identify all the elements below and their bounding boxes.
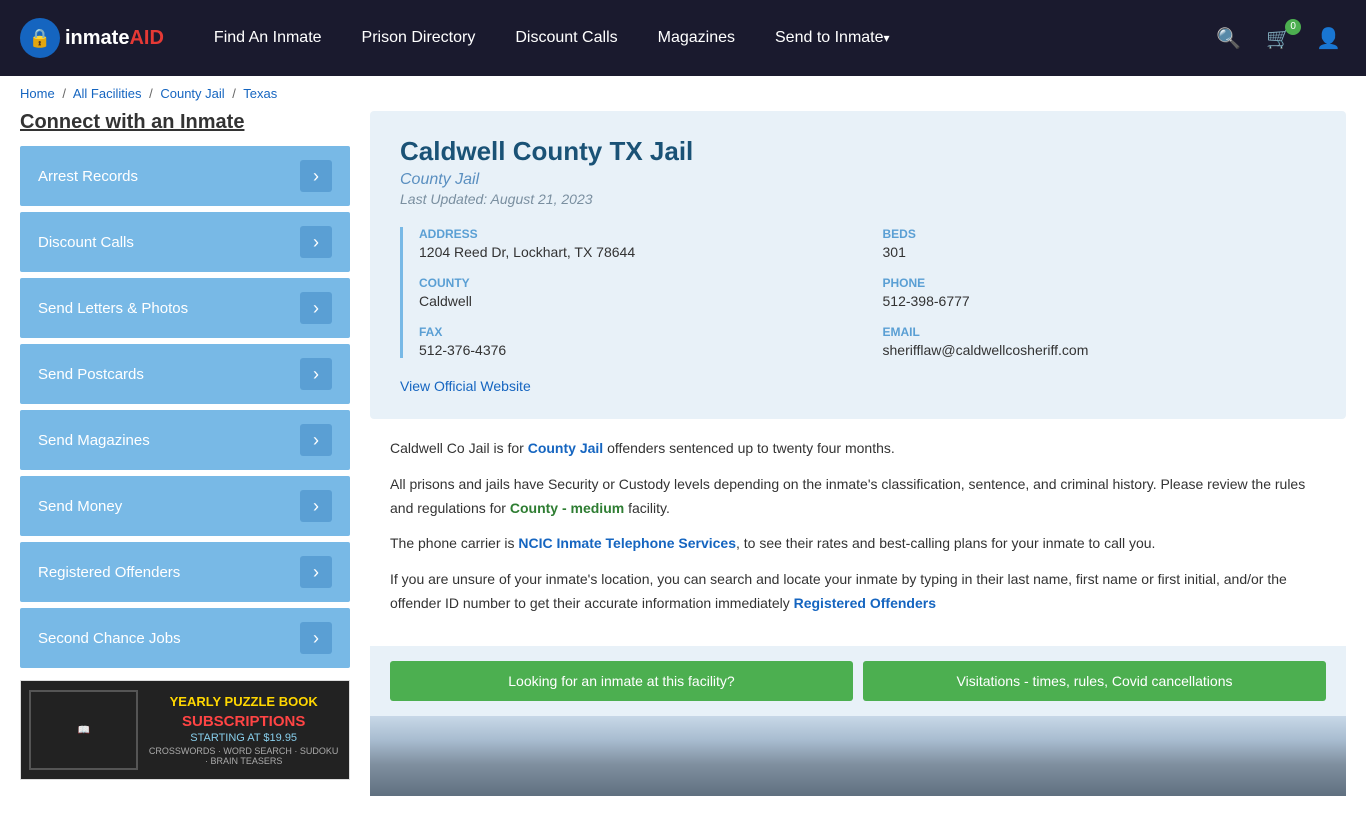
desc1-text: Caldwell Co Jail is for: [390, 440, 528, 456]
beds-value: 301: [883, 244, 1317, 260]
fax-block: FAX 512-376-4376: [419, 325, 853, 358]
email-label: EMAIL: [883, 325, 1317, 339]
search-icon[interactable]: 🔍: [1211, 21, 1246, 56]
desc1-rest: offenders sentenced up to twenty four mo…: [603, 440, 895, 456]
breadcrumb-county-jail[interactable]: County Jail: [160, 86, 224, 101]
phone-block: PHONE 512-398-6777: [883, 276, 1317, 309]
header-actions: 🔍 🛒 0 👤: [1211, 21, 1346, 56]
arrow-icon-6: ›: [300, 556, 332, 588]
beds-label: BEDS: [883, 227, 1317, 241]
registered-offenders-link[interactable]: Registered Offenders: [794, 595, 936, 611]
county-label: COUNTY: [419, 276, 853, 290]
email-value: sherifflaw@caldwellcosheriff.com: [883, 342, 1317, 358]
advertisement[interactable]: 📖 YEARLY PUZZLE BOOK SUBSCRIPTIONS START…: [20, 680, 350, 780]
sidebar-item-send-magazines[interactable]: Send Magazines ›: [20, 410, 350, 470]
header: 🔒 inmateAID Find An Inmate Prison Direct…: [0, 0, 1366, 76]
sidebar-label-send-postcards: Send Postcards: [38, 366, 144, 383]
county-value: Caldwell: [419, 293, 853, 309]
fax-label: FAX: [419, 325, 853, 339]
sidebar-item-send-letters[interactable]: Send Letters & Photos ›: [20, 278, 350, 338]
visitations-button[interactable]: Visitations - times, rules, Covid cancel…: [863, 661, 1326, 701]
sidebar-item-discount-calls[interactable]: Discount Calls ›: [20, 212, 350, 272]
official-website-link[interactable]: View Official Website: [400, 378, 531, 394]
sidebar: Connect with an Inmate Arrest Records › …: [20, 111, 350, 796]
main-nav: Find An Inmate Prison Directory Discount…: [194, 0, 1211, 76]
user-icon[interactable]: 👤: [1311, 21, 1346, 56]
fax-value: 512-376-4376: [419, 342, 853, 358]
ncic-link[interactable]: NCIC Inmate Telephone Services: [518, 535, 736, 551]
sidebar-label-send-letters: Send Letters & Photos: [38, 300, 188, 317]
cart-icon[interactable]: 🛒 0: [1261, 21, 1296, 56]
breadcrumb-home[interactable]: Home: [20, 86, 55, 101]
ad-types: CROSSWORDS · WORD SEARCH · SUDOKU · BRAI…: [146, 746, 341, 766]
phone-label: PHONE: [883, 276, 1317, 290]
facility-title: Caldwell County TX Jail: [400, 136, 1316, 167]
facility-info-grid: ADDRESS 1204 Reed Dr, Lockhart, TX 78644…: [400, 227, 1316, 358]
county-block: COUNTY Caldwell: [419, 276, 853, 309]
logo-text: inmateAID: [65, 27, 164, 50]
sidebar-label-second-chance-jobs: Second Chance Jobs: [38, 630, 181, 647]
ad-content: 📖 YEARLY PUZZLE BOOK SUBSCRIPTIONS START…: [21, 681, 349, 779]
desc-para-2: All prisons and jails have Security or C…: [390, 473, 1326, 521]
logo-icon: 🔒: [20, 18, 60, 58]
address-label: ADDRESS: [419, 227, 853, 241]
nav-prison-directory[interactable]: Prison Directory: [342, 0, 496, 76]
sidebar-item-send-money[interactable]: Send Money ›: [20, 476, 350, 536]
nav-discount-calls[interactable]: Discount Calls: [495, 0, 637, 76]
arrow-icon-4: ›: [300, 424, 332, 456]
desc3-text: The phone carrier is: [390, 535, 518, 551]
county-jail-link-1[interactable]: County Jail: [528, 440, 603, 456]
address-value: 1204 Reed Dr, Lockhart, TX 78644: [419, 244, 853, 260]
nav-magazines[interactable]: Magazines: [638, 0, 755, 76]
sidebar-label-send-magazines: Send Magazines: [38, 432, 150, 449]
ad-title: YEARLY PUZZLE BOOK: [146, 694, 341, 711]
nav-find-inmate[interactable]: Find An Inmate: [194, 0, 342, 76]
find-inmate-button[interactable]: Looking for an inmate at this facility?: [390, 661, 853, 701]
arrow-icon-7: ›: [300, 622, 332, 654]
ad-subtitle: SUBSCRIPTIONS: [146, 713, 341, 730]
breadcrumb-all-facilities[interactable]: All Facilities: [73, 86, 142, 101]
desc-para-4: If you are unsure of your inmate's locat…: [390, 568, 1326, 616]
desc-para-3: The phone carrier is NCIC Inmate Telepho…: [390, 532, 1326, 556]
sidebar-label-discount-calls: Discount Calls: [38, 234, 134, 251]
facility-type: County Jail: [400, 171, 1316, 189]
arrow-icon-5: ›: [300, 490, 332, 522]
main-content: Connect with an Inmate Arrest Records › …: [0, 111, 1366, 816]
sidebar-item-registered-offenders[interactable]: Registered Offenders ›: [20, 542, 350, 602]
ad-price: STARTING AT $19.95: [146, 732, 341, 744]
sidebar-item-send-postcards[interactable]: Send Postcards ›: [20, 344, 350, 404]
desc-para-1: Caldwell Co Jail is for County Jail offe…: [390, 437, 1326, 461]
sidebar-item-arrest-records[interactable]: Arrest Records ›: [20, 146, 350, 206]
address-block: ADDRESS 1204 Reed Dr, Lockhart, TX 78644: [419, 227, 853, 260]
sidebar-label-registered-offenders: Registered Offenders: [38, 564, 180, 581]
arrow-icon-1: ›: [300, 226, 332, 258]
email-block: EMAIL sherifflaw@caldwellcosheriff.com: [883, 325, 1317, 358]
desc2-rest: facility.: [624, 500, 670, 516]
facility-description: Caldwell Co Jail is for County Jail offe…: [370, 419, 1346, 646]
arrow-icon-3: ›: [300, 358, 332, 390]
sidebar-title: Connect with an Inmate: [20, 111, 350, 134]
sidebar-item-second-chance-jobs[interactable]: Second Chance Jobs ›: [20, 608, 350, 668]
facility-detail: Caldwell County TX Jail County Jail Last…: [370, 111, 1346, 796]
arrow-icon-2: ›: [300, 292, 332, 324]
facility-photo: [370, 716, 1346, 796]
desc3-rest: , to see their rates and best-calling pl…: [736, 535, 1155, 551]
logo[interactable]: 🔒 inmateAID: [20, 18, 164, 58]
sidebar-label-arrest-records: Arrest Records: [38, 168, 138, 185]
nav-send-to-inmate[interactable]: Send to Inmate: [755, 0, 910, 76]
breadcrumb: Home / All Facilities / County Jail / Te…: [0, 76, 1366, 111]
cart-badge: 0: [1285, 19, 1301, 35]
breadcrumb-state[interactable]: Texas: [243, 86, 277, 101]
beds-block: BEDS 301: [883, 227, 1317, 260]
county-medium-link[interactable]: County - medium: [510, 500, 624, 516]
facility-updated: Last Updated: August 21, 2023: [400, 191, 1316, 207]
facility-card: Caldwell County TX Jail County Jail Last…: [370, 111, 1346, 419]
phone-value: 512-398-6777: [883, 293, 1317, 309]
action-buttons: Looking for an inmate at this facility? …: [370, 646, 1346, 716]
sidebar-label-send-money: Send Money: [38, 498, 122, 515]
arrow-icon-0: ›: [300, 160, 332, 192]
photo-strip-inner: [370, 716, 1346, 796]
